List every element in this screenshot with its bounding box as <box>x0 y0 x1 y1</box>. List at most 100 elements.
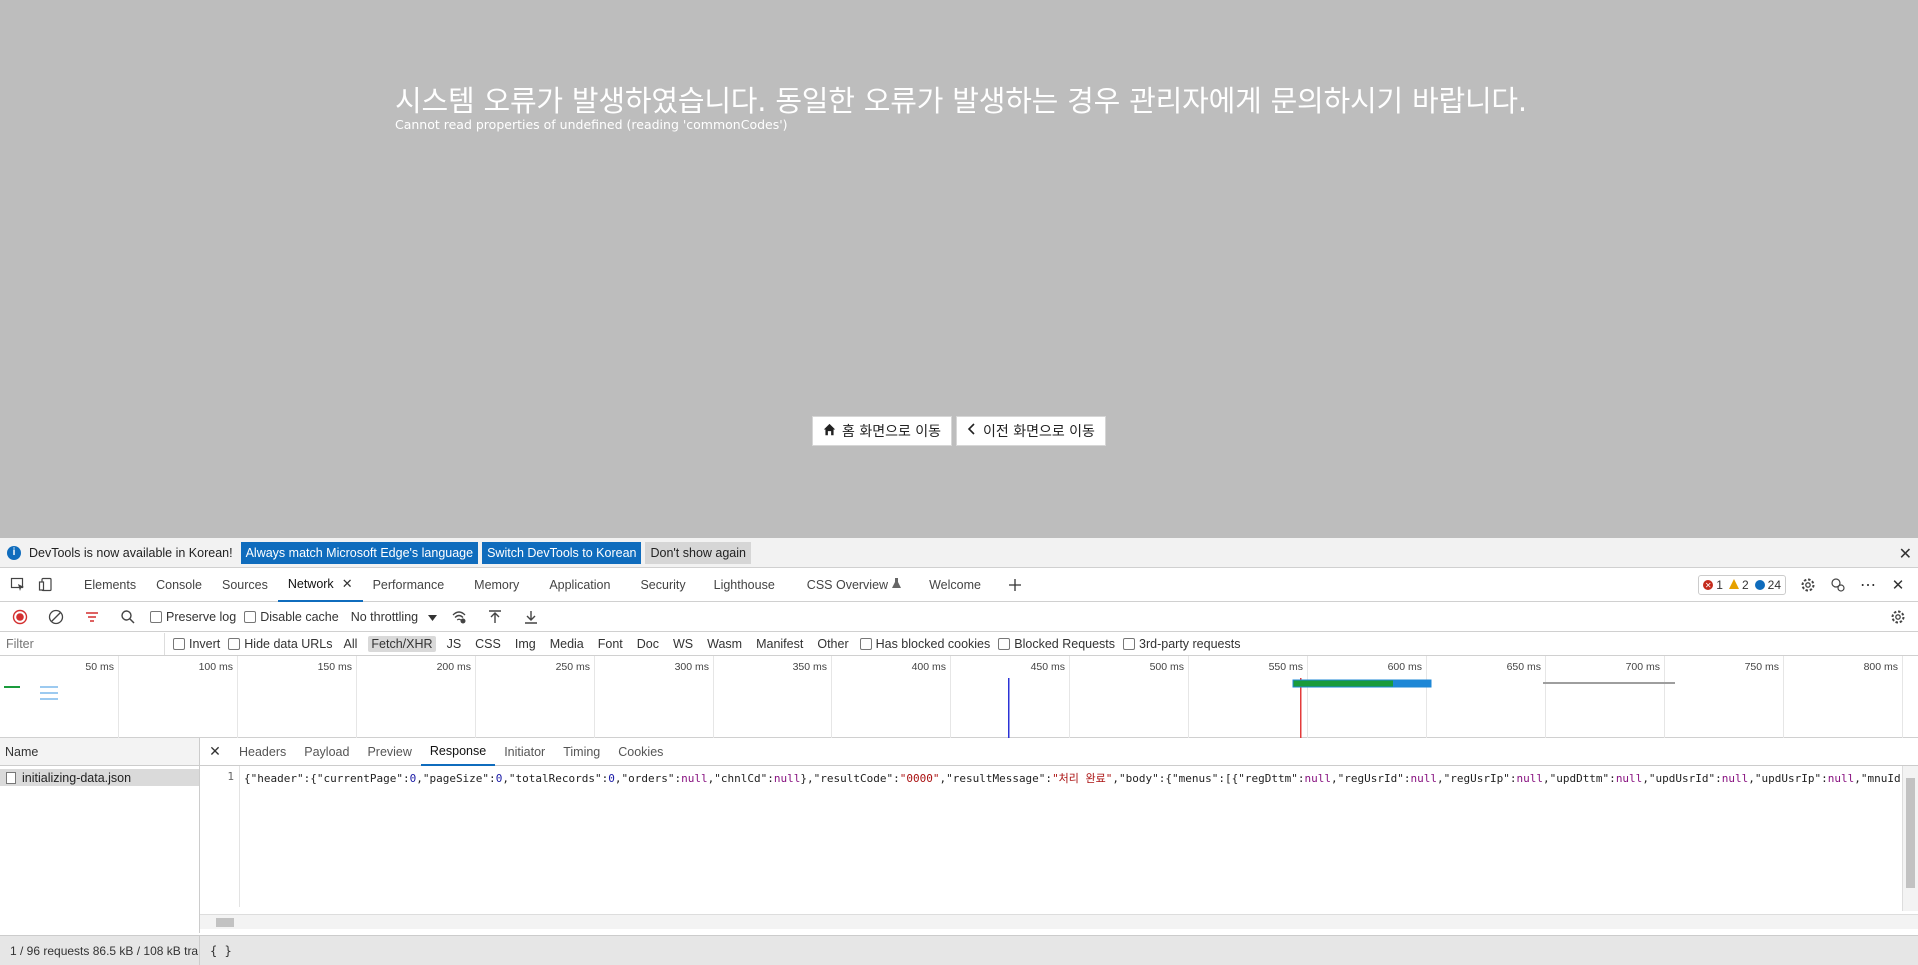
filter-type-font[interactable]: Font <box>595 636 626 652</box>
timeline-dom-content-loaded <box>1008 678 1010 738</box>
filter-type-other[interactable]: Other <box>814 636 851 652</box>
checkbox-box <box>173 637 185 650</box>
dont-show-again-button[interactable]: Don't show again <box>645 541 751 564</box>
hide-data-urls-checkbox[interactable]: Hide data URLs <box>228 637 333 651</box>
filter-type-doc[interactable]: Doc <box>634 636 662 652</box>
infobar-message: DevTools is now available in Korean! <box>29 545 233 560</box>
throttling-select[interactable]: No throttling <box>351 610 438 624</box>
tab-performance[interactable]: Performance <box>363 568 455 602</box>
dropdown-caret-icon <box>428 610 438 624</box>
close-tab-icon[interactable]: ✕ <box>342 576 353 592</box>
filter-type-js[interactable]: JS <box>444 636 465 652</box>
tab-headers[interactable]: Headers <box>230 738 295 766</box>
filter-type-fetch-xhr[interactable]: Fetch/XHR <box>368 635 436 652</box>
third-party-checkbox[interactable]: 3rd-party requests <box>1123 637 1240 651</box>
pretty-print-button[interactable]: { } <box>200 944 232 958</box>
export-har-icon[interactable] <box>517 603 545 631</box>
scrollbar-thumb[interactable] <box>216 918 234 927</box>
tab-network[interactable]: Network ✕ <box>277 568 363 602</box>
tab-memory[interactable]: Memory <box>454 568 539 602</box>
clear-icon[interactable] <box>42 603 70 631</box>
response-body[interactable]: 1 {"header":{"currentPage":0,"pageSize":… <box>200 766 1902 907</box>
timeline-bar-dns <box>4 686 20 688</box>
filter-type-all[interactable]: All <box>341 636 361 652</box>
import-har-icon[interactable] <box>481 603 509 631</box>
tab-css-overview[interactable]: CSS Overview <box>797 568 911 602</box>
tab-response[interactable]: Response <box>420 738 496 766</box>
disable-cache-checkbox[interactable]: Disable cache <box>244 610 339 624</box>
tab-elements[interactable]: Elements <box>74 568 146 602</box>
gear-icon[interactable] <box>1794 571 1822 599</box>
record-icon[interactable] <box>6 603 34 631</box>
tab-application[interactable]: Application <box>539 568 630 602</box>
filter-type-ws[interactable]: WS <box>670 636 696 652</box>
more-options-icon[interactable]: ⋯ <box>1854 571 1882 599</box>
filter-type-manifest[interactable]: Manifest <box>753 636 806 652</box>
close-devtools-icon[interactable]: ✕ <box>1884 571 1912 599</box>
blocked-requests-label: Blocked Requests <box>1014 636 1116 651</box>
filter-type-css[interactable]: CSS <box>472 636 504 652</box>
plus-icon[interactable] <box>1001 571 1029 599</box>
horizontal-scrollbar[interactable] <box>200 914 1918 929</box>
tab-lighthouse[interactable]: Lighthouse <box>704 568 797 602</box>
checkbox-box <box>1123 637 1136 650</box>
has-blocked-cookies-checkbox[interactable]: Has blocked cookies <box>859 636 991 651</box>
devtools-panel: i DevTools is now available in Korean! A… <box>0 538 1918 965</box>
network-settings-gear-icon[interactable] <box>1884 603 1912 631</box>
switch-korean-button[interactable]: Switch DevTools to Korean <box>482 541 642 564</box>
issues-badges[interactable]: ✕ 1 2 24 <box>1698 575 1786 595</box>
has-blocked-cookies-label: Has blocked cookies <box>875 636 991 651</box>
filter-input[interactable] <box>0 632 165 655</box>
inspect-element-icon[interactable] <box>4 571 32 599</box>
name-column-header[interactable]: Name <box>0 738 199 766</box>
filter-type-wasm[interactable]: Wasm <box>704 636 745 652</box>
network-conditions-icon[interactable] <box>445 603 473 631</box>
network-overview-timeline[interactable]: 50 ms 100 ms 150 ms 200 ms 250 ms 300 ms 350 m… <box>0 656 1918 738</box>
search-icon[interactable] <box>114 603 142 631</box>
tab-css-overview-label: CSS Overview <box>806 577 889 592</box>
tab-timing[interactable]: Timing <box>554 738 609 766</box>
close-icon[interactable]: ✕ <box>1899 544 1912 564</box>
filter-type-media[interactable]: Media <box>547 636 587 652</box>
device-emulation-icon[interactable] <box>32 571 60 599</box>
network-toolbar: Preserve log Disable cache No throttling <box>0 602 1918 632</box>
filter-icon[interactable] <box>78 603 106 631</box>
tab-security[interactable]: Security <box>630 568 703 602</box>
table-row[interactable]: initializing-data.json <box>0 769 199 786</box>
error-title: 시스템 오류가 발생하였습니다. 동일한 오류가 발생하는 경우 관리자에게 문… <box>395 84 1527 118</box>
back-button[interactable]: 이전 화면으로 이동 <box>956 416 1106 446</box>
timeline-bar-request-1 <box>40 686 58 688</box>
language-infobar: i DevTools is now available in Korean! A… <box>0 538 1918 568</box>
tab-welcome[interactable]: Welcome <box>911 568 991 602</box>
tab-preview[interactable]: Preview <box>358 738 420 766</box>
tab-sources[interactable]: Sources <box>212 568 278 602</box>
timeline-bar-json-waiting <box>1293 680 1393 687</box>
line-number: 1 <box>200 766 240 907</box>
home-button[interactable]: 홈 화면으로 이동 <box>812 416 953 446</box>
checkbox-box <box>859 637 872 650</box>
invert-checkbox[interactable]: Invert <box>173 637 220 651</box>
tab-cookies[interactable]: Cookies <box>609 738 672 766</box>
scrollbar-thumb[interactable] <box>1906 778 1915 888</box>
tab-initiator[interactable]: Initiator <box>495 738 554 766</box>
info-icon: i <box>7 545 21 560</box>
close-detail-icon[interactable]: ✕ <box>200 743 230 760</box>
home-button-label: 홈 화면으로 이동 <box>842 424 942 440</box>
filter-type-img[interactable]: Img <box>512 636 539 652</box>
match-language-button[interactable]: Always match Microsoft Edge's language <box>240 541 479 564</box>
message-icon <box>1754 580 1765 590</box>
tab-console[interactable]: Console <box>146 568 212 602</box>
request-list: Name initializing-data.json <box>0 738 200 933</box>
vertical-scrollbar[interactable] <box>1902 766 1918 911</box>
customize-icon[interactable] <box>1824 571 1852 599</box>
file-icon <box>6 771 16 784</box>
preserve-log-checkbox[interactable]: Preserve log <box>150 610 236 624</box>
home-icon <box>823 423 836 440</box>
request-detail-panel: ✕ Headers Payload Preview Response Initi… <box>200 738 1918 933</box>
error-badge: ✕ 1 <box>1703 578 1723 592</box>
tab-payload[interactable]: Payload <box>295 738 358 766</box>
error-detail: Cannot read properties of undefined (rea… <box>395 117 788 132</box>
error-count: 1 <box>1716 578 1723 592</box>
blocked-requests-checkbox[interactable]: Blocked Requests <box>998 637 1115 651</box>
message-count: 24 <box>1767 578 1781 592</box>
